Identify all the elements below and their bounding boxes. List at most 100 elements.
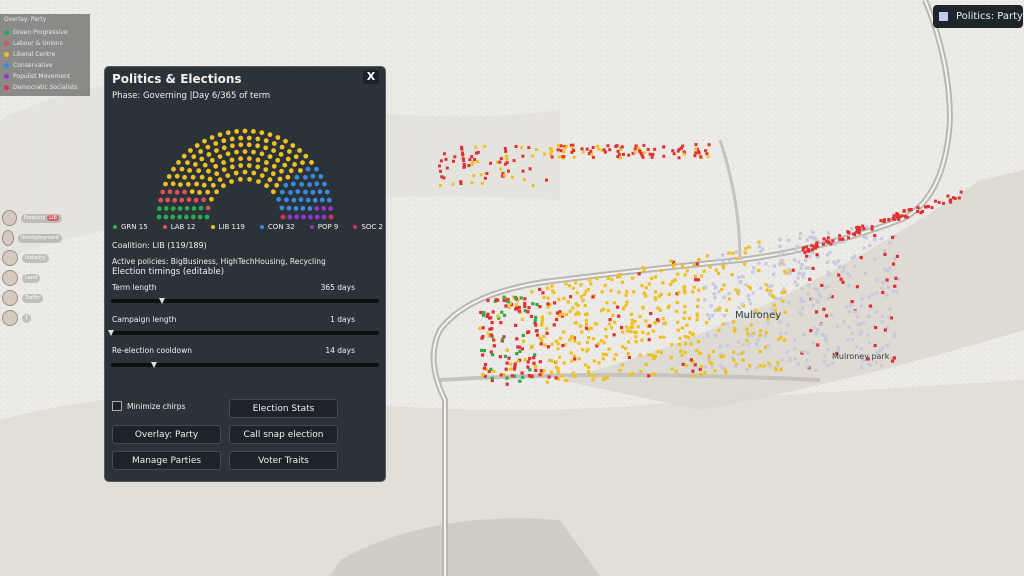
building bbox=[719, 352, 723, 356]
seat-dot bbox=[283, 182, 289, 188]
building bbox=[875, 291, 879, 295]
info-view-item[interactable]: Unemployment bbox=[2, 228, 62, 248]
building bbox=[714, 268, 718, 272]
building bbox=[807, 266, 811, 270]
minimize-chirps-checkbox[interactable] bbox=[112, 401, 122, 411]
close-button[interactable]: X bbox=[363, 70, 379, 84]
legend-color-dot bbox=[4, 74, 9, 79]
building bbox=[568, 338, 572, 342]
seat-dot bbox=[182, 189, 187, 195]
building bbox=[710, 313, 714, 318]
overlay-party-button[interactable]: Overlay: Party bbox=[112, 425, 221, 444]
manage-parties-button[interactable]: Manage Parties bbox=[112, 451, 221, 470]
voter-traits-button[interactable]: Voter Traits bbox=[229, 451, 338, 470]
seat-dot bbox=[285, 156, 291, 162]
building bbox=[489, 333, 493, 337]
info-view-label: Land bbox=[22, 273, 41, 283]
building bbox=[439, 184, 442, 188]
seat-dot bbox=[317, 189, 323, 195]
seat-dot bbox=[270, 171, 276, 177]
building bbox=[486, 312, 490, 316]
building bbox=[463, 164, 466, 168]
building bbox=[721, 366, 725, 370]
building bbox=[528, 357, 532, 361]
info-view-item[interactable]: Traffic bbox=[2, 288, 62, 308]
building bbox=[825, 239, 829, 243]
town-label[interactable]: Mulroney bbox=[735, 310, 781, 321]
building bbox=[695, 304, 700, 308]
panel-title: Politics & Elections bbox=[112, 72, 242, 86]
building bbox=[534, 315, 538, 319]
building bbox=[866, 333, 870, 337]
building bbox=[850, 300, 854, 304]
seat-dot bbox=[300, 160, 305, 165]
building bbox=[826, 363, 830, 368]
building bbox=[574, 281, 578, 285]
seat-dot bbox=[213, 163, 219, 169]
building bbox=[691, 333, 695, 337]
building bbox=[502, 173, 506, 177]
building bbox=[788, 271, 792, 276]
building bbox=[558, 355, 562, 359]
building bbox=[870, 227, 874, 231]
reelection-cooldown-thumb[interactable] bbox=[150, 362, 157, 368]
term-length-thumb[interactable] bbox=[158, 298, 165, 304]
building bbox=[880, 364, 884, 368]
building bbox=[538, 373, 542, 377]
info-view-item[interactable]: Products LIB bbox=[2, 208, 62, 228]
campaign-length-thumb[interactable] bbox=[108, 330, 114, 336]
building bbox=[503, 354, 507, 358]
building bbox=[546, 296, 550, 300]
minimize-chirps-toggle[interactable]: Minimize chirps bbox=[112, 401, 185, 411]
call-snap-election-button[interactable]: Call snap election bbox=[229, 425, 338, 444]
campaign-length-slider[interactable] bbox=[108, 330, 379, 336]
seat-dot bbox=[193, 197, 199, 203]
building bbox=[695, 349, 699, 353]
building bbox=[644, 286, 648, 290]
building bbox=[850, 227, 854, 231]
seat-dot bbox=[196, 168, 202, 174]
seat-dot bbox=[213, 141, 219, 146]
building bbox=[842, 320, 846, 324]
seat-dot bbox=[238, 163, 244, 168]
building bbox=[472, 174, 476, 178]
building bbox=[476, 150, 480, 154]
building bbox=[574, 302, 578, 306]
building bbox=[893, 332, 897, 336]
legend-title: Overlay: Party bbox=[4, 16, 47, 23]
building bbox=[707, 143, 711, 147]
building bbox=[811, 250, 815, 255]
election-stats-button[interactable]: Election Stats bbox=[229, 399, 338, 418]
building bbox=[577, 312, 581, 316]
building bbox=[833, 242, 837, 246]
info-view-item[interactable]: 1 bbox=[2, 308, 62, 328]
building bbox=[783, 290, 787, 294]
seat-dot bbox=[189, 189, 195, 194]
building bbox=[600, 290, 604, 294]
seat-dot bbox=[276, 196, 281, 202]
info-view-item[interactable]: Industry bbox=[2, 248, 62, 268]
reelection-cooldown-slider[interactable] bbox=[111, 362, 379, 368]
building bbox=[888, 307, 892, 312]
building bbox=[781, 251, 785, 255]
building bbox=[785, 350, 789, 354]
building bbox=[730, 273, 734, 277]
building bbox=[545, 380, 549, 384]
building bbox=[801, 275, 805, 279]
info-view-item[interactable]: Land bbox=[2, 268, 62, 288]
building bbox=[618, 272, 622, 277]
building bbox=[696, 298, 700, 302]
building bbox=[439, 169, 442, 173]
term-length-slider[interactable] bbox=[111, 298, 379, 304]
info-view-label: Products LIB bbox=[20, 213, 62, 223]
building bbox=[523, 178, 526, 182]
building bbox=[868, 244, 872, 248]
park-label[interactable]: Mulroney park bbox=[832, 352, 889, 361]
politics-party-button[interactable]: Politics: Party bbox=[933, 5, 1023, 28]
building bbox=[478, 326, 482, 330]
building bbox=[552, 323, 556, 327]
building bbox=[672, 265, 676, 269]
building bbox=[638, 314, 642, 319]
building bbox=[634, 340, 638, 344]
active-policies-text: Active policies: BigBusiness, HighTechHo… bbox=[112, 257, 326, 266]
